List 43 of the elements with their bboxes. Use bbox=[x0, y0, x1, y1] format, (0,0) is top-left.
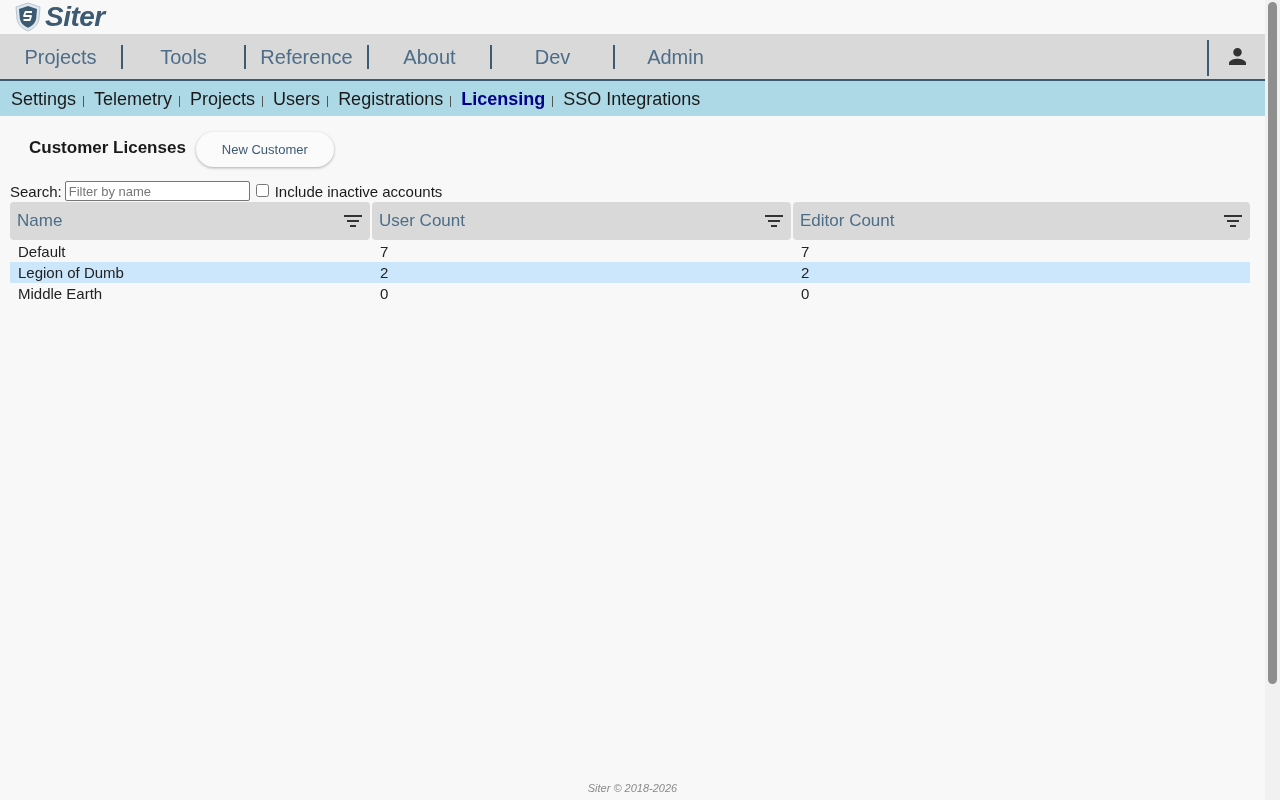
table-cell-text: 0 bbox=[800, 285, 811, 302]
person-icon bbox=[1228, 48, 1246, 65]
page-title: Customer Licenses bbox=[29, 138, 186, 158]
search-label: Search: bbox=[10, 182, 62, 200]
include-inactive-label: Include inactive accounts bbox=[274, 182, 443, 200]
column-header[interactable]: Editor Count bbox=[793, 202, 1250, 240]
sub-nav-tab[interactable]: Licensing bbox=[461, 87, 546, 110]
sub-nav-tab[interactable]: Registrations bbox=[338, 87, 444, 110]
column-header[interactable]: Name bbox=[10, 202, 370, 240]
nav-tab[interactable]: Projects bbox=[0, 43, 121, 70]
nav-tab[interactable]: Tools bbox=[123, 43, 244, 70]
table-cell-text: 0 bbox=[379, 285, 390, 302]
column-title: Name bbox=[17, 211, 63, 231]
column-title: Editor Count bbox=[800, 211, 895, 231]
nav-tab[interactable]: Dev bbox=[492, 43, 613, 70]
sub-nav-tab[interactable]: SSO Integrations bbox=[563, 87, 701, 110]
filter-icon[interactable] bbox=[765, 215, 783, 227]
table-row[interactable]: Middle Earth 0 0 bbox=[10, 283, 1250, 304]
table-row[interactable]: Legion of Dumb 2 2 bbox=[10, 262, 1250, 283]
table-cell-text: Middle Earth bbox=[17, 285, 104, 302]
new-customer-button[interactable]: New Customer bbox=[195, 132, 334, 167]
table-cell-text: 7 bbox=[800, 243, 811, 260]
sub-nav-tab[interactable]: Telemetry bbox=[94, 87, 173, 110]
filter-icon[interactable] bbox=[1224, 215, 1242, 227]
sub-nav-tab[interactable]: Projects bbox=[190, 87, 256, 110]
table-row[interactable]: Default 7 7 bbox=[10, 241, 1250, 262]
nav-tab[interactable]: Admin bbox=[615, 43, 736, 70]
copyright-text: Siter © 2018-2026 bbox=[587, 782, 678, 794]
filter-icon[interactable] bbox=[344, 215, 362, 227]
nav-tab[interactable]: About bbox=[369, 43, 490, 70]
table-cell-text: Default bbox=[17, 243, 67, 260]
table-cell-text: Legion of Dumb bbox=[17, 264, 125, 281]
table-cell-text: 2 bbox=[800, 264, 811, 281]
sub-nav-tab[interactable]: Users bbox=[273, 87, 321, 110]
table-cell-text: 7 bbox=[379, 243, 390, 260]
sub-nav-tab[interactable]: Settings bbox=[11, 87, 77, 110]
brand-name: Siter bbox=[45, 0, 105, 34]
search-field[interactable]: Filter by name bbox=[64, 181, 250, 201]
column-header[interactable]: User Count bbox=[372, 202, 791, 240]
table-cell-text: 2 bbox=[379, 264, 390, 281]
column-title: User Count bbox=[379, 211, 465, 231]
scrollbar-thumb[interactable] bbox=[1268, 2, 1277, 684]
nav-tab[interactable]: Reference bbox=[246, 43, 367, 70]
